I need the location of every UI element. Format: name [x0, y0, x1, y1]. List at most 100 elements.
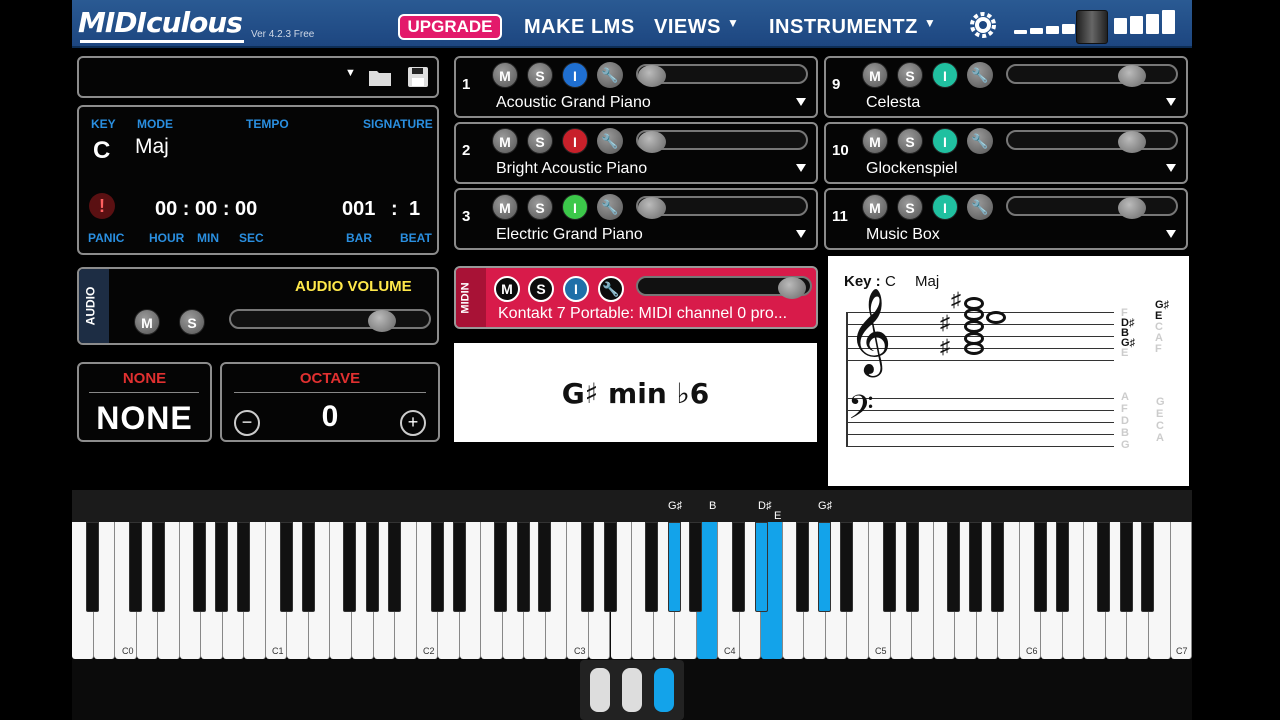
black-key[interactable]	[516, 522, 530, 612]
black-key[interactable]	[343, 522, 357, 612]
audio-volume-slider[interactable]	[229, 309, 431, 332]
track-solo-button[interactable]: S	[897, 194, 923, 220]
track-row[interactable]: 9 M S I 🔧 Celesta	[824, 56, 1188, 118]
black-key[interactable]	[754, 522, 768, 612]
track-wrench-icon[interactable]: 🔧	[967, 194, 993, 220]
black-key[interactable]	[430, 522, 444, 612]
track-info-button[interactable]: I	[562, 194, 588, 220]
none-box[interactable]: NONE NONE	[77, 362, 212, 442]
track-instrument-name[interactable]: Music Box	[866, 226, 940, 244]
track-volume-slider[interactable]	[636, 196, 808, 219]
black-key[interactable]	[366, 522, 380, 612]
track-mute-button[interactable]: M	[492, 194, 518, 220]
key-value[interactable]: C	[93, 137, 110, 165]
black-key[interactable]	[453, 522, 467, 612]
black-key[interactable]	[732, 522, 746, 612]
track-info-button[interactable]: I	[932, 62, 958, 88]
track-instrument-name[interactable]: Acoustic Grand Piano	[496, 94, 651, 112]
track-dropdown-caret-icon[interactable]	[796, 164, 806, 172]
black-key[interactable]	[604, 522, 618, 612]
black-key[interactable]	[644, 522, 658, 612]
black-key[interactable]	[302, 522, 316, 612]
audio-mute-button[interactable]: M	[134, 309, 160, 335]
track-dropdown-caret-icon[interactable]	[1166, 230, 1176, 238]
track-instrument-name[interactable]: Electric Grand Piano	[496, 226, 643, 244]
audio-solo-button[interactable]: S	[179, 309, 205, 335]
panic-button[interactable]: !	[89, 193, 115, 219]
black-key[interactable]	[667, 522, 681, 612]
black-key[interactable]	[279, 522, 293, 612]
black-key[interactable]	[581, 522, 595, 612]
midin-device-name[interactable]: Kontakt 7 Portable: MIDI channel 0 pro..…	[498, 305, 787, 323]
menu-instrumentz[interactable]: INSTRUMENTZ ▼	[769, 16, 936, 39]
sustain-pedal[interactable]	[654, 668, 674, 712]
black-key[interactable]	[192, 522, 206, 612]
track-instrument-name[interactable]: Celesta	[866, 94, 920, 112]
track-row[interactable]: 3 M S I 🔧 Electric Grand Piano	[454, 188, 818, 250]
black-key[interactable]	[1097, 522, 1111, 612]
octave-plus-button[interactable]: +	[400, 410, 426, 436]
black-key[interactable]	[990, 522, 1004, 612]
track-volume-slider[interactable]	[636, 130, 808, 153]
track-mute-button[interactable]: M	[862, 128, 888, 154]
track-solo-button[interactable]: S	[527, 194, 553, 220]
black-key[interactable]	[387, 522, 401, 612]
track-dropdown-caret-icon[interactable]	[1166, 98, 1176, 106]
track-dropdown-caret-icon[interactable]	[796, 98, 806, 106]
track-instrument-name[interactable]: Bright Acoustic Piano	[496, 160, 647, 178]
gear-icon[interactable]	[968, 10, 998, 40]
track-row[interactable]: 2 M S I 🔧 Bright Acoustic Piano	[454, 122, 818, 184]
track-wrench-icon[interactable]: 🔧	[597, 128, 623, 154]
midin-volume-slider[interactable]	[636, 276, 812, 299]
black-key[interactable]	[1033, 522, 1047, 612]
project-dropdown-caret-icon[interactable]: ▼	[345, 67, 356, 79]
track-mute-button[interactable]: M	[492, 62, 518, 88]
track-row[interactable]: 10 M S I 🔧 Glockenspiel	[824, 122, 1188, 184]
black-key[interactable]	[129, 522, 143, 612]
track-solo-button[interactable]: S	[527, 128, 553, 154]
track-volume-slider[interactable]	[1006, 196, 1178, 219]
midin-solo-button[interactable]: S	[528, 276, 554, 302]
track-dropdown-caret-icon[interactable]	[796, 230, 806, 238]
track-solo-button[interactable]: S	[897, 62, 923, 88]
black-key[interactable]	[1056, 522, 1070, 612]
track-volume-slider[interactable]	[1006, 130, 1178, 153]
track-solo-button[interactable]: S	[527, 62, 553, 88]
black-key[interactable]	[538, 522, 552, 612]
soft-pedal[interactable]	[590, 668, 610, 712]
midin-info-button[interactable]: I	[563, 276, 589, 302]
midin-wrench-icon[interactable]: 🔧	[598, 276, 624, 302]
menu-make-lms[interactable]: MAKE LMS	[524, 16, 635, 39]
track-wrench-icon[interactable]: 🔧	[597, 62, 623, 88]
track-row[interactable]: 1 M S I 🔧 Acoustic Grand Piano	[454, 56, 818, 118]
master-volume-knob[interactable]	[1076, 10, 1108, 44]
track-info-button[interactable]: I	[562, 128, 588, 154]
black-key[interactable]	[1141, 522, 1155, 612]
track-info-button[interactable]: I	[932, 194, 958, 220]
black-key[interactable]	[882, 522, 896, 612]
black-key[interactable]	[946, 522, 960, 612]
mode-value[interactable]: Maj	[135, 135, 169, 159]
menu-views[interactable]: VIEWS ▼	[654, 16, 739, 39]
black-key[interactable]	[905, 522, 919, 612]
track-instrument-name[interactable]: Glockenspiel	[866, 160, 958, 178]
track-info-button[interactable]: I	[932, 128, 958, 154]
track-wrench-icon[interactable]: 🔧	[597, 194, 623, 220]
track-solo-button[interactable]: S	[897, 128, 923, 154]
track-info-button[interactable]: I	[562, 62, 588, 88]
black-key[interactable]	[689, 522, 703, 612]
black-key[interactable]	[86, 522, 99, 612]
black-key[interactable]	[151, 522, 165, 612]
black-key[interactable]	[215, 522, 229, 612]
upgrade-button[interactable]: UPGRADE	[398, 14, 502, 40]
black-key[interactable]	[795, 522, 809, 612]
track-mute-button[interactable]: M	[862, 194, 888, 220]
track-wrench-icon[interactable]: 🔧	[967, 62, 993, 88]
black-key[interactable]	[969, 522, 983, 612]
track-volume-slider[interactable]	[636, 64, 808, 87]
midin-mute-button[interactable]: M	[494, 276, 520, 302]
track-mute-button[interactable]: M	[862, 62, 888, 88]
black-key[interactable]	[236, 522, 250, 612]
track-dropdown-caret-icon[interactable]	[1166, 164, 1176, 172]
white-key[interactable]	[1170, 522, 1192, 659]
